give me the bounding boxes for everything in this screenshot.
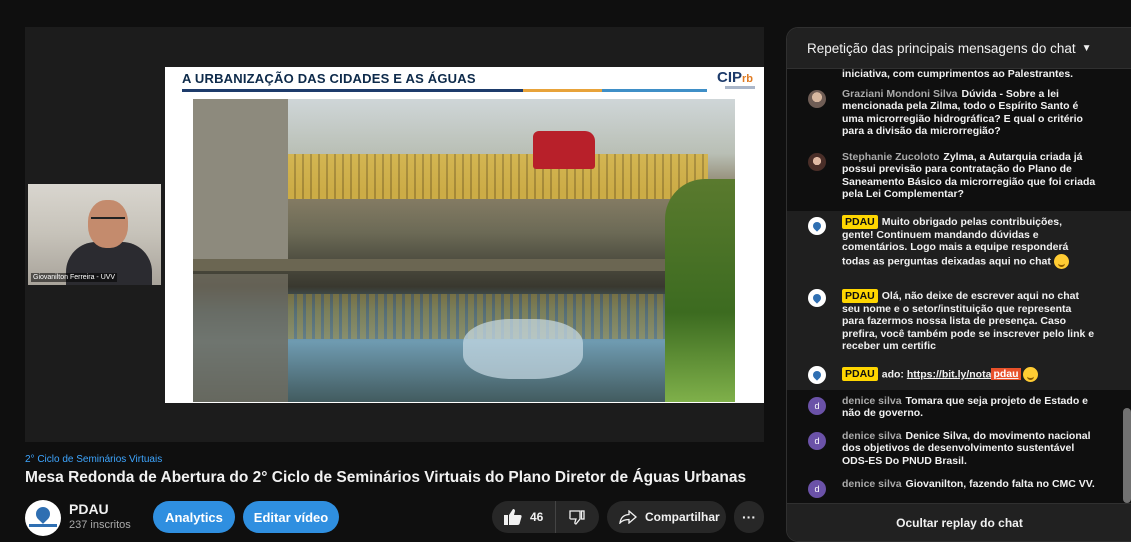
speaker-webcam: Giovanilton Ferreira - UVV (28, 184, 161, 285)
like-dislike-group: 46 (492, 501, 599, 533)
chat-header[interactable]: Repetição das principais mensagens do ch… (787, 28, 1131, 69)
user-avatar (808, 90, 826, 108)
message-link[interactable]: https://bit.ly/nota pdau (907, 368, 1021, 381)
chat-scrollbar[interactable] (1123, 408, 1131, 503)
user-avatar: d (808, 480, 826, 498)
chat-message-owner: PDAU ado: https://bit.ly/nota pdau (787, 360, 1131, 390)
more-actions-button[interactable]: ··· (734, 501, 764, 533)
photo-grass (665, 179, 735, 402)
owner-badge: PDAU (842, 289, 878, 303)
video-title: Mesa Redonda de Abertura do 2° Ciclo de … (25, 469, 747, 486)
playlist-link[interactable]: 2° Ciclo de Seminários Virtuais (25, 454, 162, 465)
video-player[interactable]: A URBANIZAÇÃO DAS CIDADES E AS ÁGUAS CIP… (25, 27, 764, 442)
channel-name[interactable]: PDAU (69, 501, 109, 517)
author-name: Stephanie Zucoloto (842, 151, 940, 163)
photo-house-reflection (193, 274, 288, 402)
pdau-avatar (808, 289, 826, 307)
share-label: Compartilhar (645, 510, 720, 524)
user-avatar (808, 153, 826, 171)
edit-video-button[interactable]: Editar vídeo (243, 501, 339, 533)
chevron-down-icon: ▼ (1081, 42, 1092, 54)
hide-chat-replay-button[interactable]: Ocultar replay do chat (787, 503, 1131, 541)
pdau-avatar (808, 217, 826, 235)
thumbs-down-icon (569, 509, 585, 525)
photo-sky-reflection (463, 319, 583, 379)
share-button[interactable]: Compartilhar (607, 501, 726, 533)
chat-message-owner: PDAU Muito obrigado pelas contribuições, … (787, 211, 1131, 283)
presentation-slide: A URBANIZAÇÃO DAS CIDADES E AS ÁGUAS CIP… (165, 67, 764, 403)
speaker-name-label: Giovanilton Ferreira - UVV (31, 273, 118, 282)
like-count: 46 (530, 510, 544, 524)
chat-mode-label: Repetição das principais mensagens do ch… (807, 40, 1076, 56)
owner-badge: PDAU (842, 215, 878, 229)
message-text: Giovanilton, fazendo falta no CMC VV. (905, 478, 1095, 490)
photo-waterline-debris (193, 259, 735, 271)
author-name: denice silva (842, 395, 902, 407)
author-name: Graziani Mondoni Silva (842, 88, 958, 100)
slide-photo-urban-stream (193, 99, 735, 402)
hide-chat-label: Ocultar replay do chat (896, 515, 1023, 530)
chat-messages[interactable]: iniciativa, com cumprimentos ao Palestra… (787, 69, 1131, 505)
user-avatar: d (808, 397, 826, 415)
slide-title: A URBANIZAÇÃO DAS CIDADES E AS ÁGUAS (182, 71, 476, 86)
message-text: Olá, não deixe de escrever aqui no chat … (842, 290, 1095, 352)
channel-avatar[interactable] (25, 500, 61, 536)
photo-red-car (533, 131, 595, 169)
wink-emoji-icon (1023, 367, 1039, 382)
slide-title-bar (182, 89, 707, 92)
chat-message-owner: PDAU Olá, não deixe de escrever aqui no c… (787, 283, 1131, 360)
pdau-avatar (808, 366, 826, 384)
analytics-button[interactable]: Analytics (153, 501, 235, 533)
share-arrow-icon (619, 510, 637, 524)
photo-yellow-fence (288, 154, 708, 199)
cip-logo: CIPrb (716, 69, 753, 86)
wink-emoji-icon (1053, 253, 1069, 269)
author-name: denice silva (842, 430, 902, 442)
owner-badge: PDAU (842, 367, 878, 382)
chat-replay-panel: Repetição das principais mensagens do ch… (786, 27, 1131, 542)
photo-house (193, 99, 288, 269)
user-avatar: d (808, 432, 826, 450)
author-name: denice silva (842, 478, 902, 490)
like-button[interactable]: 46 (492, 501, 556, 533)
subscriber-count: 237 inscritos (69, 519, 131, 531)
thumbs-up-icon (504, 509, 522, 525)
cip-logo-underline (725, 86, 755, 89)
dislike-button[interactable] (556, 501, 598, 533)
